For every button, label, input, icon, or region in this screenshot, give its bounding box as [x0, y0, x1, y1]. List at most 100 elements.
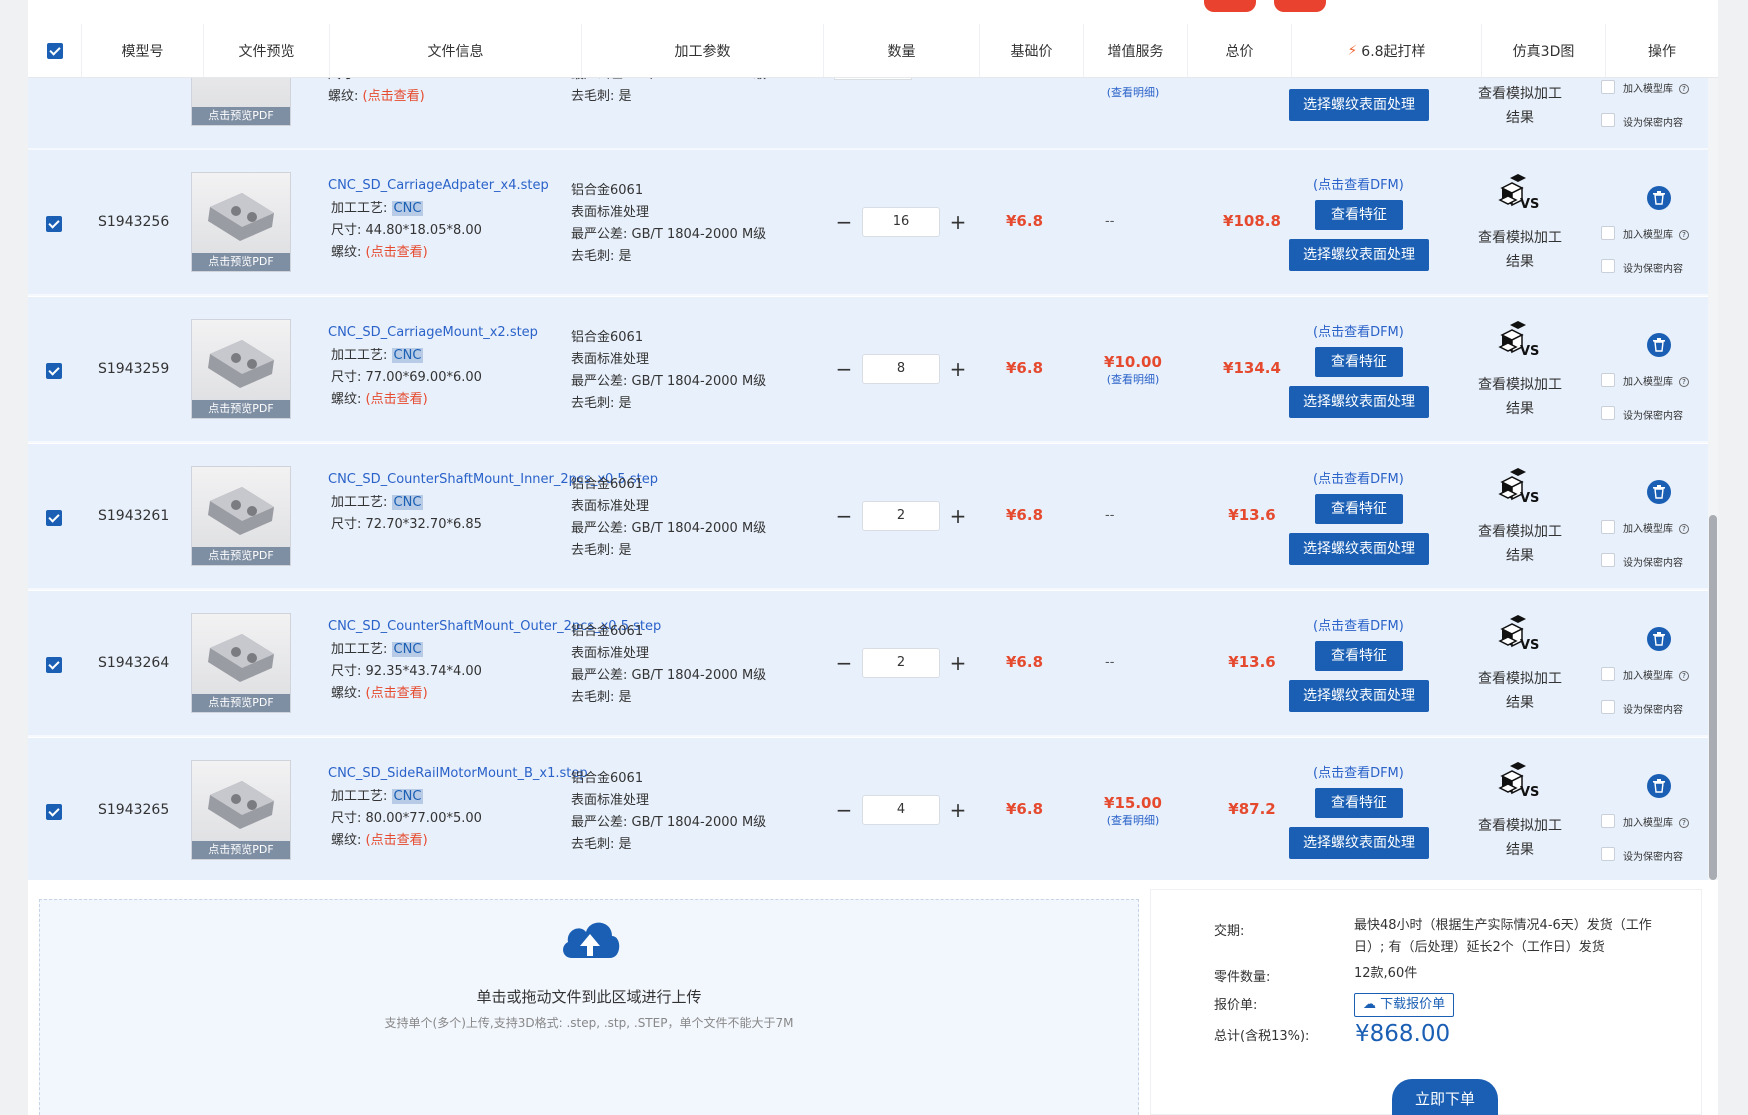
- thread-link[interactable]: (点击查看): [366, 833, 428, 848]
- qty-decrease-button[interactable]: −: [832, 651, 856, 675]
- dfm-link[interactable]: (点击查看DFM): [1313, 321, 1404, 340]
- delete-button[interactable]: [1647, 480, 1671, 504]
- sim-result-text[interactable]: 查看模拟加工 结果: [1470, 520, 1570, 568]
- row-checkbox[interactable]: [46, 657, 62, 673]
- qty-increase-button[interactable]: +: [946, 798, 970, 822]
- help-icon[interactable]: ?: [1679, 524, 1689, 534]
- file-thumbnail[interactable]: 点击预览PDF: [191, 78, 291, 126]
- set-secret-checkbox[interactable]: [1601, 259, 1615, 273]
- row-checkbox[interactable]: [46, 804, 62, 820]
- thread-link[interactable]: (点击查看): [366, 392, 428, 407]
- sim-result-text[interactable]: 查看模拟加工 结果: [1470, 814, 1570, 862]
- set-secret-checkbox[interactable]: [1601, 406, 1615, 420]
- thread-surface-button[interactable]: 选择螺纹表面处理: [1289, 239, 1429, 271]
- thread-link[interactable]: (点击查看): [363, 89, 425, 104]
- qty-decrease-button[interactable]: −: [832, 357, 856, 381]
- upload-dropzone[interactable]: 单击或拖动文件到此区域进行上传 支持单个(多个)上传,支持3D格式: .step…: [39, 899, 1139, 1115]
- thread-surface-button[interactable]: 选择螺纹表面处理: [1289, 680, 1429, 712]
- qty-decrease-button[interactable]: −: [832, 798, 856, 822]
- qty-increase-button[interactable]: +: [946, 357, 970, 381]
- file-thumbnail[interactable]: 点击预览PDF: [191, 466, 291, 566]
- service-detail-link[interactable]: (查看明细): [1078, 84, 1188, 100]
- qty-decrease-button[interactable]: −: [832, 504, 856, 528]
- sim-result-text[interactable]: 查看模拟加工 结果: [1470, 373, 1570, 421]
- sim-result-text[interactable]: 查看模拟加工 结果: [1470, 667, 1570, 715]
- thread-surface-button[interactable]: 选择螺纹表面处理: [1289, 386, 1429, 418]
- delete-button[interactable]: [1647, 627, 1671, 651]
- file-name-link[interactable]: CNC_SD_CarriageAdpater_x4.step: [328, 178, 549, 193]
- delete-button[interactable]: [1647, 186, 1671, 210]
- qty-increase-button[interactable]: +: [946, 504, 970, 528]
- qty-input-partial[interactable]: [834, 78, 912, 80]
- qty-input[interactable]: 2: [862, 501, 940, 531]
- file-name-link[interactable]: CNC_SD_CarriageMount_x2.step: [328, 325, 538, 340]
- set-secret-checkbox[interactable]: [1601, 847, 1615, 861]
- dfm-link[interactable]: (点击查看DFM): [1313, 615, 1404, 634]
- vs-simulation-icon[interactable]: VS: [1498, 321, 1542, 361]
- file-thumbnail[interactable]: 点击预览PDF: [191, 613, 291, 713]
- preview-pdf-label[interactable]: 点击预览PDF: [192, 841, 290, 859]
- table-row: S1943259 点击预览PDF CNC_SD_CarriageMount_x2…: [28, 297, 1708, 443]
- set-secret-checkbox[interactable]: [1601, 553, 1615, 567]
- row-checkbox[interactable]: [46, 216, 62, 232]
- qty-increase-button[interactable]: +: [946, 210, 970, 234]
- service-detail-link[interactable]: (查看明细): [1083, 371, 1183, 387]
- sim-result-text[interactable]: 查看模拟加工 结果: [1470, 226, 1570, 274]
- add-to-library-checkbox[interactable]: [1601, 814, 1615, 828]
- file-name-link[interactable]: CNC_SD_SideRailMotorMount_B_x1.step: [328, 766, 588, 781]
- add-to-library-checkbox[interactable]: [1601, 667, 1615, 681]
- set-secret-checkbox[interactable]: [1601, 700, 1615, 714]
- add-to-library-checkbox[interactable]: [1601, 226, 1615, 240]
- service-detail-link[interactable]: (查看明细): [1083, 812, 1183, 828]
- qty-input[interactable]: 16: [862, 207, 940, 237]
- vs-simulation-icon[interactable]: VS: [1498, 762, 1542, 802]
- row-checkbox[interactable]: [46, 510, 62, 526]
- delete-button[interactable]: [1647, 774, 1671, 798]
- vs-simulation-icon[interactable]: VS: [1498, 174, 1542, 214]
- scrollbar-thumb[interactable]: [1709, 515, 1717, 880]
- place-order-button[interactable]: 立即下单: [1392, 1079, 1498, 1115]
- feature-button[interactable]: 查看特征: [1315, 200, 1403, 230]
- qty-increase-button[interactable]: +: [946, 651, 970, 675]
- preview-pdf-label[interactable]: 点击预览PDF: [192, 547, 290, 565]
- file-thumbnail[interactable]: 点击预览PDF: [191, 319, 291, 419]
- help-icon[interactable]: ?: [1679, 818, 1689, 828]
- feature-button[interactable]: 查看特征: [1315, 788, 1403, 818]
- download-quote-button[interactable]: ☁ 下载报价单: [1354, 993, 1455, 1017]
- dfm-link[interactable]: (点击查看DFM): [1313, 762, 1404, 781]
- dfm-link[interactable]: (点击查看DFM): [1313, 174, 1404, 193]
- help-icon[interactable]: ?: [1679, 84, 1689, 94]
- delete-button[interactable]: [1647, 333, 1671, 357]
- add-to-library-checkbox[interactable]: [1601, 520, 1615, 534]
- preview-pdf-label[interactable]: 点击预览PDF: [192, 253, 290, 271]
- feature-button[interactable]: 查看特征: [1315, 347, 1403, 377]
- thread-surface-button[interactable]: 选择螺纹表面处理: [1289, 827, 1429, 859]
- row-checkbox[interactable]: [46, 363, 62, 379]
- dfm-link[interactable]: (点击查看DFM): [1313, 468, 1404, 487]
- help-icon[interactable]: ?: [1679, 671, 1689, 681]
- preview-pdf-label[interactable]: 点击预览PDF: [192, 694, 290, 712]
- add-to-library-checkbox[interactable]: [1601, 373, 1615, 387]
- add-to-library-checkbox[interactable]: [1601, 80, 1615, 94]
- preview-pdf-label[interactable]: 点击预览PDF: [192, 400, 290, 418]
- thread-link[interactable]: (点击查看): [366, 686, 428, 701]
- sim-result-text[interactable]: 查看模拟加工 结果: [1470, 82, 1570, 130]
- qty-input[interactable]: 8: [862, 354, 940, 384]
- qty-input[interactable]: 4: [862, 795, 940, 825]
- vs-simulation-icon[interactable]: VS: [1498, 615, 1542, 655]
- set-secret-checkbox[interactable]: [1601, 113, 1615, 127]
- feature-button[interactable]: 查看特征: [1315, 641, 1403, 671]
- qty-decrease-button[interactable]: −: [832, 210, 856, 234]
- file-thumbnail[interactable]: 点击预览PDF: [191, 760, 291, 860]
- file-thumbnail[interactable]: 点击预览PDF: [191, 172, 291, 272]
- thread-surface-button[interactable]: 选择螺纹表面处理: [1289, 89, 1429, 121]
- thread-surface-button[interactable]: 选择螺纹表面处理: [1289, 533, 1429, 565]
- help-icon[interactable]: ?: [1679, 377, 1689, 387]
- select-all-checkbox[interactable]: [46, 42, 63, 59]
- qty-input[interactable]: 2: [862, 648, 940, 678]
- help-icon[interactable]: ?: [1679, 230, 1689, 240]
- feature-button[interactable]: 查看特征: [1315, 494, 1403, 524]
- preview-pdf-label[interactable]: 点击预览PDF: [192, 107, 290, 125]
- vs-simulation-icon[interactable]: VS: [1498, 468, 1542, 508]
- thread-link[interactable]: (点击查看): [366, 245, 428, 260]
